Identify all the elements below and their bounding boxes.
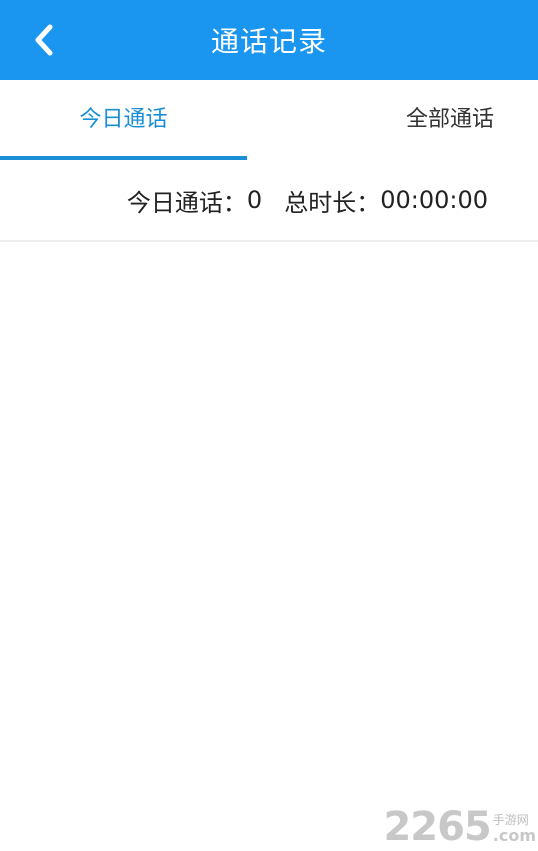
call-records-screen: 通话记录 今日通话 全部通话 今日通话： 0 总时长： 00:00:00 226…	[0, 0, 538, 851]
chevron-left-icon	[35, 24, 53, 56]
call-list	[0, 244, 538, 851]
total-duration-label: 总时长：	[284, 188, 381, 217]
top-bar: 通话记录	[0, 0, 538, 80]
tab-all-calls-label: 全部通话	[405, 107, 494, 132]
watermark-site-cn: 手游网	[492, 813, 529, 827]
tab-today-calls-label: 今日通话	[79, 107, 168, 132]
page-title: 通话记录	[210, 25, 327, 58]
watermark-site-en: .com	[492, 826, 536, 845]
tab-today-calls[interactable]: 今日通话	[0, 80, 247, 160]
total-duration-value: 00:00:00	[380, 186, 488, 214]
back-button[interactable]	[22, 18, 66, 62]
call-summary: 今日通话： 0 总时长： 00:00:00	[0, 160, 538, 242]
watermark-number: 2265	[383, 804, 491, 850]
tab-all-calls[interactable]: 全部通话	[247, 80, 538, 160]
site-watermark: 2265 手游网 .com	[383, 807, 536, 847]
today-calls-label: 今日通话：	[126, 188, 247, 217]
today-calls-count: 0	[246, 186, 263, 214]
tab-bar: 今日通话 全部通话	[0, 80, 538, 160]
